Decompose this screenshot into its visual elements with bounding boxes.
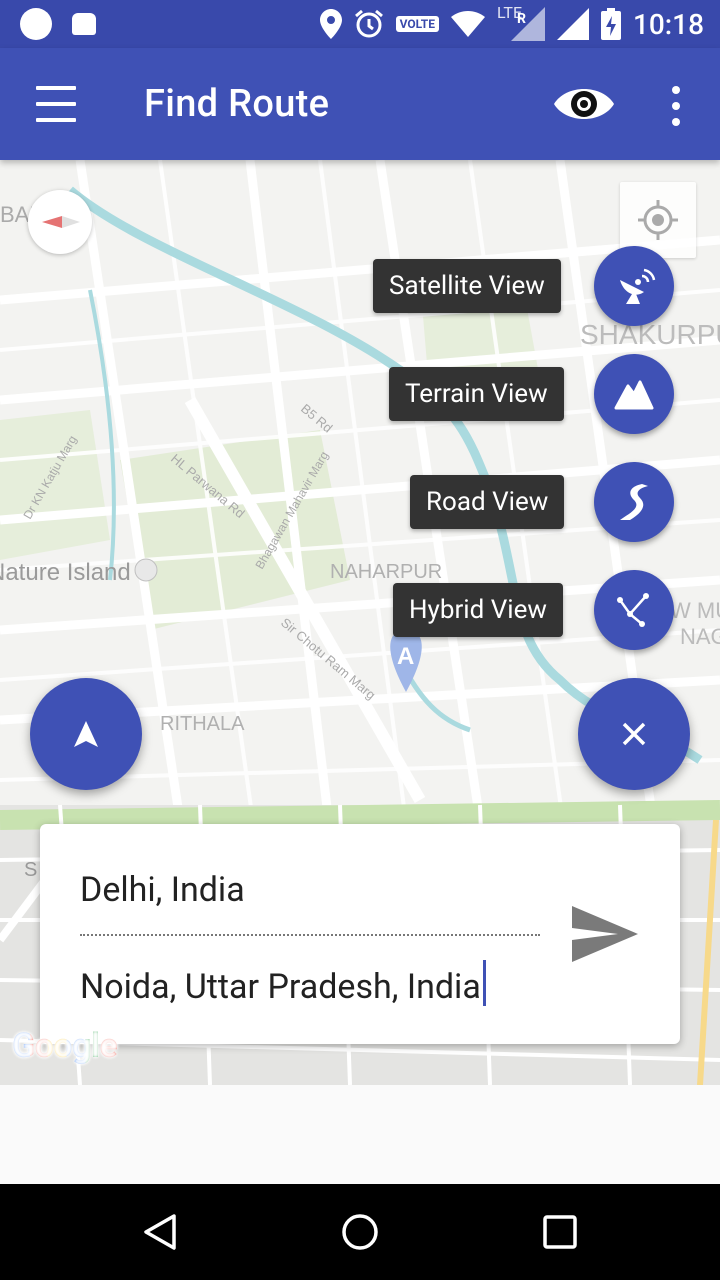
eye-icon[interactable] [552,82,616,126]
battery-charging-icon [600,8,621,40]
signal-icon [556,8,589,40]
map-label-nag: NAG [680,624,720,649]
map-road-b5: B5 Rd [298,401,335,436]
road-view-label[interactable]: Road View [410,475,565,529]
map-marker-a[interactable]: A [390,630,422,692]
compass-icon [42,216,80,228]
map-label-shakurpur: SHAKURPUR [580,319,720,350]
map-label-s: S [24,859,37,881]
map-label-nature-island: Nature Island [0,559,131,586]
road-icon [620,484,648,520]
clock: 10:18 [632,7,704,41]
map-label-naharpur: NAHARPUR [330,561,442,583]
close-map-types-button[interactable] [578,678,690,790]
notification-circle-icon [20,8,52,40]
google-logo: Google [12,1026,118,1066]
map-label-rithala: RITHALA [160,713,245,735]
origin-field[interactable]: Delhi, India [80,870,245,910]
satellite-view-label[interactable]: Satellite View [373,259,561,313]
destination-field[interactable]: Noida, Uttar Pradesh, India [80,960,486,1007]
destination-text: Noida, Uttar Pradesh, India [80,967,481,1007]
terrain-view-button[interactable] [594,354,674,434]
svg-text:A: A [397,643,414,670]
app-toolbar: Find Route [0,48,720,160]
location-icon [319,9,342,39]
page-title: Find Route [144,82,330,126]
hybrid-view-label[interactable]: Hybrid View [393,583,563,637]
navigation-arrow-icon [74,721,98,747]
text-cursor [482,960,486,1006]
hybrid-icon [617,593,649,627]
compass-button[interactable] [28,190,92,254]
field-divider [80,934,540,936]
terrain-icon [614,380,654,410]
route-input-card: Delhi, India Noida, Uttar Pradesh, India [40,824,680,1044]
home-icon[interactable] [340,1212,380,1252]
volte-badge: VOLTE [395,16,439,32]
satellite-icon [620,268,656,304]
system-navigation-bar [0,1184,720,1280]
menu-icon[interactable] [36,86,76,122]
wifi-icon [450,11,485,37]
map-label-w-mu: W MU [670,598,720,623]
navigate-button[interactable] [30,678,142,790]
status-bar: VOLTE LTE R 10:18 [0,0,720,48]
back-icon[interactable] [140,1212,180,1252]
close-icon [622,722,646,746]
more-options-icon[interactable] [666,86,686,126]
android-notification-icon [72,13,96,35]
road-view-button[interactable] [594,462,674,542]
google-attribution: Google [12,1026,118,1066]
satellite-view-button[interactable] [594,246,674,326]
alarm-icon [354,9,383,38]
send-icon[interactable] [570,904,640,964]
lte-signal-icon: LTE R [497,3,545,41]
recents-icon[interactable] [540,1212,580,1252]
terrain-view-label[interactable]: Terrain View [389,367,564,421]
hybrid-view-button[interactable] [594,570,674,650]
park-icon [134,558,158,582]
